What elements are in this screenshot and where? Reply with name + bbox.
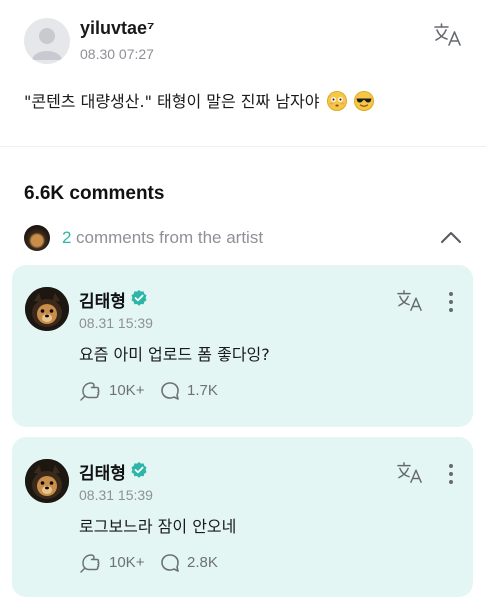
verified-badge-icon bbox=[130, 289, 148, 307]
artist-comments-toggle[interactable]: 2 comments from the artist bbox=[24, 224, 464, 252]
more-options-icon[interactable] bbox=[443, 463, 459, 485]
comment-text: 요즘 아미 업로드 폼 좋다잉? bbox=[79, 345, 270, 364]
chevron-up-icon[interactable] bbox=[440, 228, 462, 248]
like-count: 10K+ bbox=[109, 554, 145, 571]
reply-icon[interactable] bbox=[159, 380, 181, 402]
section-divider bbox=[0, 146, 486, 147]
artist-comments-label: comments from the artist bbox=[76, 228, 264, 247]
comments-count: 6.6K comments bbox=[24, 183, 165, 204]
post-author-avatar[interactable] bbox=[24, 18, 70, 64]
post-author-name[interactable]: yiluvtae⁷ bbox=[80, 18, 154, 39]
post: yiluvtae⁷ 08.30 07:27 "콘텐츠 대량생산." 태형이 말은… bbox=[0, 0, 486, 146]
comment-timestamp: 08.31 15:39 bbox=[79, 487, 153, 503]
flushed-face-emoji bbox=[326, 91, 347, 111]
translate-icon[interactable] bbox=[433, 22, 463, 50]
artist-avatar[interactable] bbox=[25, 459, 69, 503]
default-avatar-icon bbox=[32, 28, 62, 60]
translate-icon[interactable] bbox=[396, 461, 424, 487]
reply-icon[interactable] bbox=[159, 552, 181, 574]
sunglasses-face-emoji bbox=[353, 91, 374, 111]
like-icon[interactable] bbox=[79, 551, 103, 575]
reply-count: 2.8K bbox=[187, 554, 218, 571]
like-icon[interactable] bbox=[79, 379, 103, 403]
more-options-icon[interactable] bbox=[443, 291, 459, 313]
comment-timestamp: 08.31 15:39 bbox=[79, 315, 153, 331]
artist-avatar bbox=[24, 225, 50, 251]
verified-badge-icon bbox=[130, 461, 148, 479]
artist-comment-card[interactable]: 김태형 08.31 15:39 로그보느라 잠이 안오네 10K+ 2.8K bbox=[12, 437, 473, 597]
artist-comment-card[interactable]: 김태형 08.31 15:39 요즘 아미 업로드 폼 좋다잉? 10K+ 1.… bbox=[12, 265, 473, 427]
translate-icon[interactable] bbox=[396, 289, 424, 315]
post-text: "콘텐츠 대량생산." 태형이 말은 진짜 남자야 bbox=[24, 88, 374, 112]
comment-author-name[interactable]: 김태형 bbox=[79, 459, 126, 484]
reply-count: 1.7K bbox=[187, 382, 218, 399]
post-body: "콘텐츠 대량생산." 태형이 말은 진짜 남자야 bbox=[24, 92, 320, 111]
comment-author-name[interactable]: 김태형 bbox=[79, 287, 126, 312]
artist-comments-count: 2 bbox=[62, 228, 72, 247]
post-timestamp: 08.30 07:27 bbox=[80, 46, 154, 62]
like-count: 10K+ bbox=[109, 382, 145, 399]
comment-text: 로그보느라 잠이 안오네 bbox=[79, 517, 237, 536]
artist-avatar[interactable] bbox=[25, 287, 69, 331]
